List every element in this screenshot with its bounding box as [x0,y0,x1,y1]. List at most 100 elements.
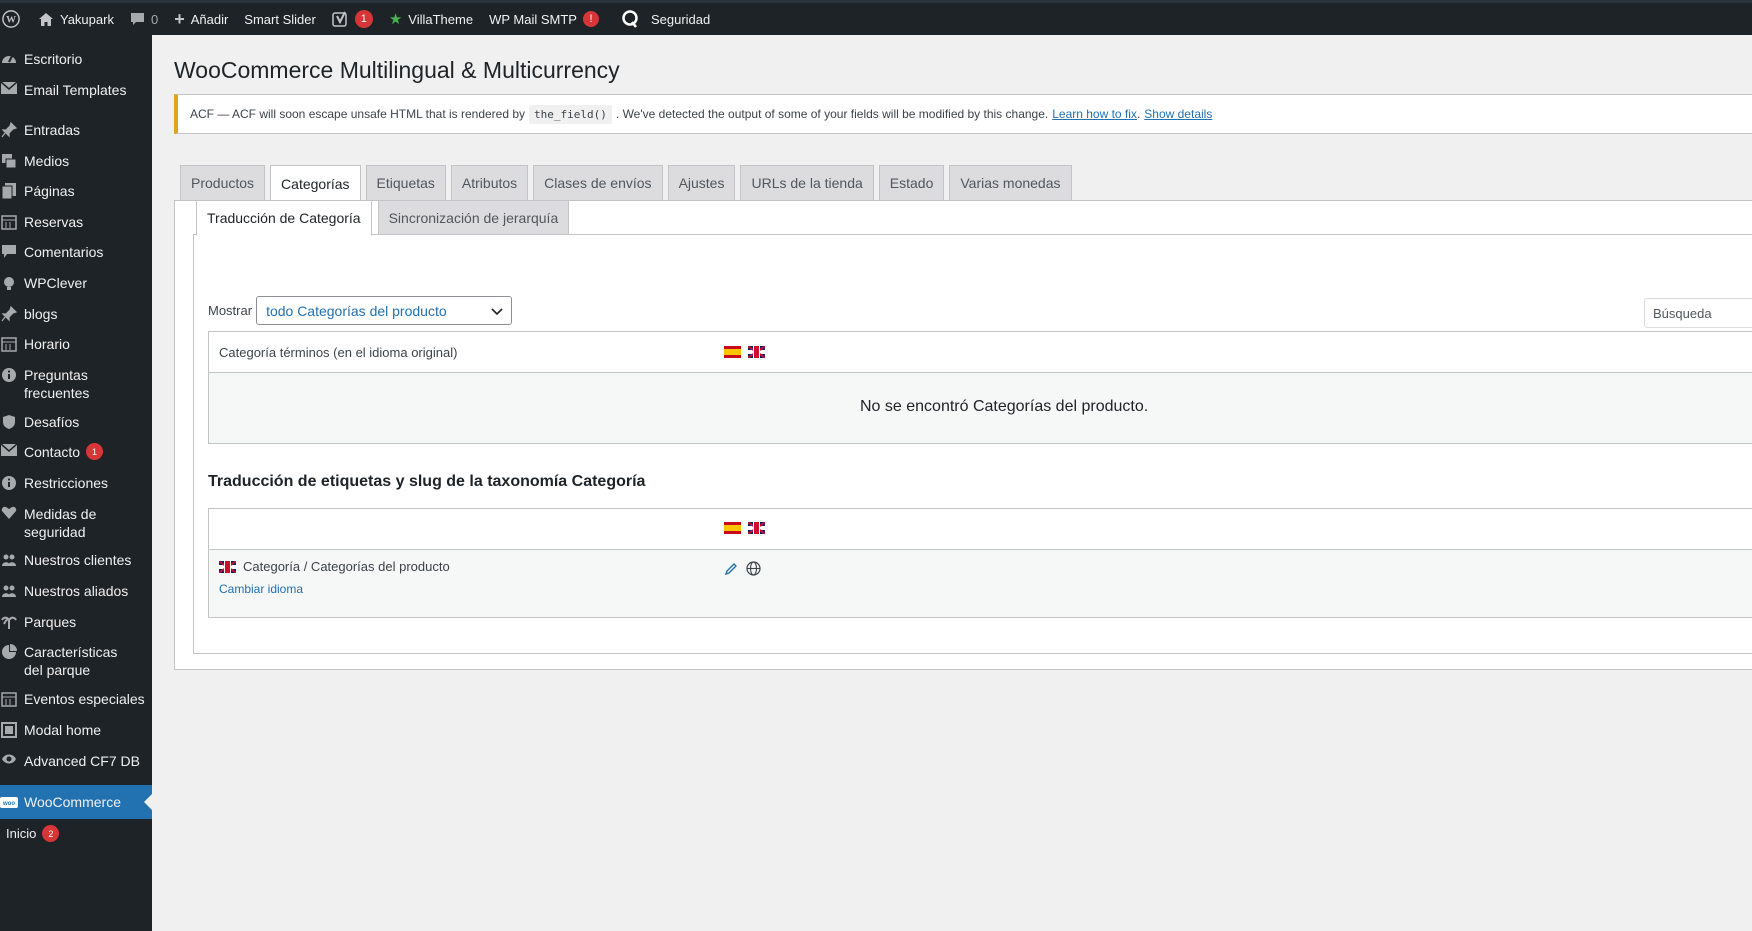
layout-icon [0,721,22,738]
sidebar-item-label: Horario [24,336,70,352]
sidebar-item-label: Parques [24,614,77,630]
comments-count: 0 [150,11,159,27]
calendar-icon [0,335,22,352]
yoast-link[interactable]: 1 [324,3,381,35]
sidebar-item-medios[interactable]: Medios [0,152,152,170]
sidebar-item-horario[interactable]: Horario [0,335,152,353]
sidebar-item-preguntas-frecuentes[interactable]: Preguntas frecuentes [0,366,152,402]
edit-pencil-icon[interactable] [724,562,738,579]
sidebar-item-label: Preguntas frecuentes [24,367,90,401]
sidebar-item-reservas[interactable]: Reservas [0,213,152,231]
pin-icon [0,121,22,138]
smart-slider-link[interactable]: Smart Slider [236,3,324,35]
sidebar-item-desafios[interactable]: Desafíos [0,413,152,431]
notice-text: ACF — ACF will soon escape unsafe HTML t… [190,107,526,121]
category-filter-select[interactable]: todo Categorías del producto [256,296,513,325]
woo-icon: woo [0,796,22,809]
svg-text:W: W [6,15,16,26]
sidebar-item-label: Entradas [24,122,81,138]
sidebar-item-entradas[interactable]: Entradas [0,121,152,139]
sidebar-item-label: Páginas [24,183,75,199]
tab-clases-de-envios[interactable]: Clases de envíos [533,165,663,201]
sidebar-item-nuestros-aliados[interactable]: Nuestros aliados [0,582,152,600]
svg-text:woo: woo [2,801,15,807]
contacto-badge: 1 [86,443,104,460]
sidebar-item-inicio[interactable]: Inicio 2 [0,825,152,843]
uk-flag-icon [748,522,765,534]
taxonomy-label: Categoría / Categorías del producto [243,559,450,574]
sidebar-item-wpclever[interactable]: WPClever [0,274,152,292]
sidebar-item-label: Contacto [24,444,81,460]
sidebar-item-blogs[interactable]: blogs [0,305,152,323]
show-details-link[interactable]: Show details [1144,107,1212,121]
sidebar-item-parques[interactable]: Parques [0,613,152,631]
sidebar-item-comentarios[interactable]: Comentarios [0,243,152,261]
change-language-link[interactable]: Cambiar idioma [219,582,303,596]
email-icon [0,443,22,456]
globe-icon[interactable] [746,561,761,579]
taxonomy-row: Categoría / Categorías del producto Camb… [209,550,1752,618]
tab-urls-de-la-tienda[interactable]: URLs de la tienda [740,165,874,201]
tab-atributos[interactable]: Atributos [450,165,529,201]
sidebar-item-modal-home[interactable]: Modal home [0,721,152,739]
subtab-traduccion-de-categoria[interactable]: Traducción de Categoría [196,200,372,236]
search-input[interactable]: Búsqueda [1644,298,1752,328]
plus-icon: + [174,8,185,29]
tab-productos[interactable]: Productos [180,165,266,201]
sidebar-item-medidas-de-seguridad[interactable]: Medidas de seguridad [0,505,152,541]
pin-icon [0,305,22,322]
taxonomy-labels-table: Categoría / Categorías del producto Camb… [208,508,1752,618]
sidebar-item-contacto[interactable]: Contacto 1 [0,443,152,461]
language-flags [724,346,765,358]
yoast-icon [332,11,349,28]
wp-mail-smtp-link[interactable]: WP Mail SMTP ! [481,3,607,35]
categories-table: Categoría términos (en el idioma origina… [208,331,1752,444]
shield-icon [0,413,22,430]
original-language-column-header: Categoría términos (en el idioma origina… [219,344,458,360]
sidebar-item-caracteristicas-del-parque[interactable]: Características del parque [0,643,152,679]
spain-flag-icon [724,346,741,358]
tab-etiquetas[interactable]: Etiquetas [365,165,446,201]
sidebar-item-label: WooCommerce [24,794,121,810]
add-new-label: Añadir [190,11,229,27]
sidebar-item-label: Eventos especiales [24,691,145,707]
email-icon [0,81,22,94]
security-link[interactable]: Seguridad [607,3,718,35]
comments-link[interactable]: 0 [122,3,166,35]
info-icon [0,366,22,383]
tab-estado[interactable]: Estado [878,165,945,201]
sidebar-item-eventos-especiales[interactable]: Eventos especiales [0,690,152,708]
eye-icon [0,752,22,765]
sidebar-item-email-templates[interactable]: Email Templates [0,81,152,99]
tab-categorias[interactable]: Categorías [270,165,361,202]
learn-how-to-fix-link[interactable]: Learn how to fix [1052,107,1137,121]
groups-icon [0,551,22,568]
subtab-sincronizacion-de-jerarquia[interactable]: Sincronización de jerarquía [377,200,570,235]
media-icon [0,152,22,169]
filter-row: Mostrar todo Categorías del producto [208,296,513,325]
villatheme-link[interactable]: ★ VillaTheme [381,3,481,35]
security-shield-icon [621,10,639,28]
wordpress-icon: W [2,10,20,28]
sidebar-item-woocommerce[interactable]: woo WooCommerce [0,785,152,819]
groups-icon [0,582,22,599]
calendar-icon [0,690,22,707]
empty-message: No se encontró Categorías del producto. [860,398,1149,415]
sidebar-item-paginas[interactable]: Páginas [0,182,152,200]
spain-flag-icon [724,522,741,534]
sidebar-item-label: WPClever [24,275,88,291]
sidebar-item-restricciones[interactable]: Restricciones [0,474,152,492]
sidebar-item-nuestros-clientes[interactable]: Nuestros clientes [0,551,152,569]
notice-code: the_field() [529,104,612,124]
sidebar-item-escritorio[interactable]: Escritorio [0,50,152,68]
chart-pie-icon [0,643,22,660]
wordpress-logo[interactable]: W [0,3,28,35]
tab-ajustes[interactable]: Ajustes [667,165,736,201]
smart-slider-label: Smart Slider [244,11,316,27]
add-new-link[interactable]: + Añadir [166,3,236,35]
filter-label: Mostrar [208,303,253,318]
site-name-link[interactable]: Yakupark [28,3,122,35]
sidebar-item-label: Inicio [6,826,37,841]
sidebar-item-advanced-cf7-db[interactable]: Advanced CF7 DB [0,752,152,770]
tab-varias-monedas[interactable]: Varias monedas [949,165,1072,201]
